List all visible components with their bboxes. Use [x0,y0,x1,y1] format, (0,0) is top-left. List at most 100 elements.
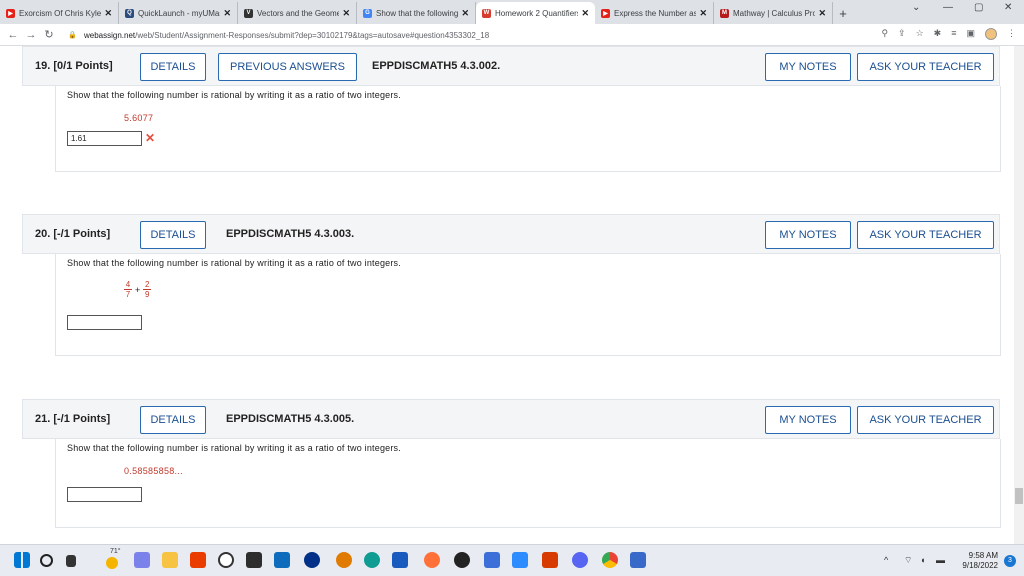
basketball-icon[interactable] [336,552,352,568]
browser-tab[interactable]: VVectors and the Geometry✕ [238,2,357,24]
zoom-app-icon[interactable] [512,552,528,568]
ask-teacher-button[interactable]: ASK YOUR TEACHER [857,53,994,81]
webassign-page: 19. [0/1 Points] DETAILS PREVIOUS ANSWER… [0,46,1024,544]
plus-sign: + [135,284,141,295]
search-icon[interactable] [40,554,53,567]
show-hidden-icons[interactable]: ^ [884,555,888,565]
browser-tab[interactable]: ▶ Exorcism Of Chris Kyle ✕ [0,2,119,24]
windows-start-icon[interactable] [14,552,30,568]
details-button[interactable]: DETAILS [140,406,206,434]
details-button[interactable]: DETAILS [140,53,206,81]
close-tab-icon[interactable]: ✕ [581,8,589,19]
question-prompt: Show that the following number is ration… [67,90,401,100]
edge-icon[interactable] [364,552,380,568]
url-host: webassign.net [84,30,136,40]
scrollbar-thumb[interactable] [1015,488,1023,504]
question-number: 21. [-/1 Points] [35,413,111,425]
browser-tab[interactable]: Q QuickLaunch - myUMass ✕ [119,2,238,24]
close-window-icon[interactable]: ✕ [1004,2,1012,13]
task-view-icon[interactable] [66,555,76,567]
wifi-icon[interactable]: ⌔ [904,555,912,566]
close-tab-icon[interactable]: ✕ [461,8,469,19]
toolbar-icons: ⚲ ⇪ ☆ ✱ ≡ ▣ ⋮ [881,28,1016,40]
url-path: /web/Student/Assignment-Responses/submit… [135,30,490,40]
menu-kebab-icon[interactable]: ⋮ [1007,28,1016,40]
close-tab-icon[interactable]: ✕ [223,8,231,19]
weather-icon[interactable] [106,557,118,569]
question-number: 19. [0/1 Points] [35,60,113,72]
question-header: 20. [-/1 Points] DETAILS EPPDISCMATH5 4.… [22,214,1000,254]
answer-input[interactable] [67,487,142,502]
terminal-icon[interactable] [630,552,646,568]
address-bar: ← → ↻ 🔒 webassign.net/web/Student/Assign… [0,24,1024,46]
question-header: 19. [0/1 Points] DETAILS PREVIOUS ANSWER… [22,46,1000,86]
details-button[interactable]: DETAILS [140,221,206,249]
fraction-numerator: 4 [125,280,131,289]
firefox-icon[interactable] [424,552,440,568]
close-tab-icon[interactable]: ✕ [818,8,826,19]
answer-input[interactable]: 1.61 [67,131,142,146]
paypal-icon[interactable] [304,552,320,568]
ask-teacher-button[interactable]: ASK YOUR TEACHER [857,406,994,434]
browser-tab[interactable]: MMathway | Calculus Problem✕ [714,2,833,24]
game-icon[interactable] [484,552,500,568]
mail-icon[interactable] [274,552,290,568]
browser-tab[interactable]: ▶ Express the Number as ✕ [595,2,714,24]
question-code: EPPDISCMATH5 4.3.005. [226,413,355,425]
question-prompt: Show that the following number is ration… [67,258,401,268]
restore-icon[interactable]: ▢ [974,2,983,13]
question-body: Show that the following number is ration… [55,254,1001,356]
previous-answers-button[interactable]: PREVIOUS ANSWERS [218,53,357,81]
question-code: EPPDISCMATH5 4.3.003. [226,228,355,240]
file-explorer-icon[interactable] [162,552,178,568]
chrome-icon[interactable] [602,552,618,568]
system-clock[interactable]: 9:58 AM 9/18/2022 [962,551,998,571]
zoom-icon[interactable]: ⚲ [881,28,888,40]
media-icon[interactable] [454,552,470,568]
ask-teacher-button[interactable]: ASK YOUR TEACHER [857,221,994,249]
battery-icon[interactable]: ▬ [936,555,945,565]
tab-search-icon[interactable]: ⌄ [912,2,920,13]
site-icon: V [244,8,253,18]
reading-list-icon[interactable]: ≡ [951,28,956,40]
chat-icon[interactable] [134,552,150,568]
dell-icon[interactable] [218,552,234,568]
forward-arrow-icon[interactable]: → [22,29,40,41]
weather-temp[interactable]: 71° [110,548,121,555]
share-icon[interactable]: ⇪ [898,28,906,40]
browser-tab[interactable]: G Show that the following ✕ [357,2,476,24]
close-tab-icon[interactable]: ✕ [342,8,350,19]
volume-icon[interactable]: ◖ [920,555,925,565]
bookmark-star-icon[interactable]: ☆ [916,28,924,40]
calculator-icon[interactable] [246,552,262,568]
minimize-icon[interactable]: — [943,2,953,13]
tab-strip: ▶ Exorcism Of Chris Kyle ✕ Q QuickLaunch - … [0,0,1024,24]
youtube-icon: ▶ [601,8,610,18]
my-notes-button[interactable]: MY NOTES [765,53,851,81]
notification-badge[interactable]: 3 [1004,555,1016,567]
discord-icon[interactable] [572,552,588,568]
settings-icon[interactable] [542,552,558,568]
answer-input[interactable] [67,315,142,330]
my-notes-button[interactable]: MY NOTES [765,221,851,249]
question-body: Show that the following number is ration… [55,86,1001,172]
close-tab-icon[interactable]: ✕ [104,8,112,19]
youtube-icon: ▶ [6,8,15,18]
given-number: 5.6077 [124,113,154,123]
back-arrow-icon[interactable]: ← [4,29,22,41]
page-scrollbar[interactable] [1014,46,1024,544]
webassign-icon: W [482,8,491,18]
reload-icon[interactable]: ↻ [40,28,58,41]
given-number: 0.58585858... [124,466,183,476]
umass-icon: Q [125,8,134,18]
my-notes-button[interactable]: MY NOTES [765,406,851,434]
close-tab-icon[interactable]: ✕ [699,8,707,19]
word-icon[interactable] [392,552,408,568]
url-field[interactable]: 🔒 webassign.net/web/Student/Assignment-R… [68,27,898,43]
profile-avatar[interactable] [985,28,997,40]
office-icon[interactable] [190,552,206,568]
sidepanel-icon[interactable]: ▣ [966,28,975,40]
browser-tab-active[interactable]: W Homework 2 Quantifiers ✕ [476,2,595,24]
extensions-icon[interactable]: ✱ [934,28,942,40]
new-tab-button[interactable]: + [833,2,853,24]
